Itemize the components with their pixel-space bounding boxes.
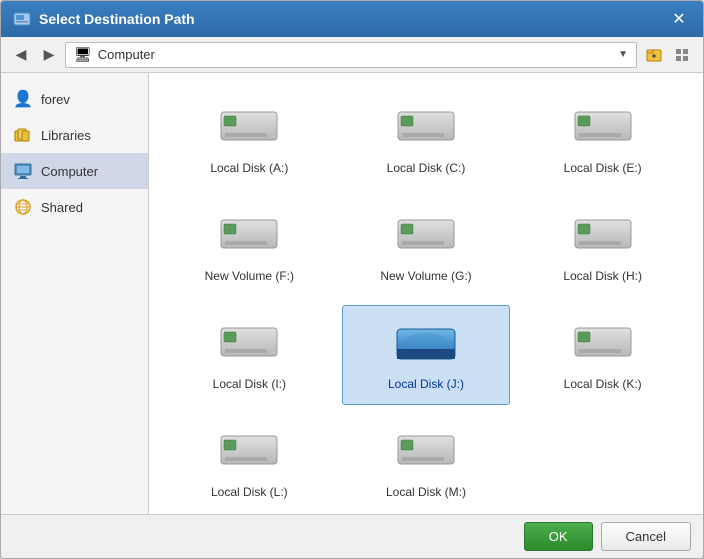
user-icon: 👤 [13,89,33,109]
dialog-icon [13,10,31,28]
new-folder-icon [646,47,662,63]
ok-button[interactable]: OK [524,522,593,551]
file-icon-wrapper-a [219,100,279,155]
dialog-title: Select Destination Path [39,11,195,27]
address-icon: 🖥 [74,46,92,63]
sidebar-item-computer[interactable]: Computer [1,153,148,189]
title-bar-left: Select Destination Path [13,10,195,28]
main-area: Local Disk (A:) Local Disk (C:) [149,73,703,514]
drive-item-l[interactable]: Local Disk (L:) [165,413,334,513]
view-button[interactable] [669,42,695,68]
drive-icon-h [574,214,632,257]
shared-icon [13,197,33,217]
toolbar: ◀ ▶ 🖥 Computer ▼ [1,37,703,73]
file-icon-wrapper-h [573,208,633,263]
drive-label-i: Local Disk (I:) [213,377,286,393]
drive-item-i[interactable]: Local Disk (I:) [165,305,334,405]
drive-item-j[interactable]: Local Disk (J:) [342,305,511,405]
footer: OK Cancel [1,514,703,558]
drive-label-c: Local Disk (C:) [387,161,466,177]
address-bar: 🖥 Computer ▼ [65,42,637,68]
file-icon-wrapper-i [219,316,279,371]
drive-label-k: Local Disk (K:) [564,377,642,393]
drive-label-f: New Volume (F:) [205,269,294,285]
sidebar: 👤 forev Libraries [1,73,149,514]
drive-item-a[interactable]: Local Disk (A:) [165,89,334,189]
file-icon-wrapper-j [396,316,456,371]
forward-button[interactable]: ▶ [37,43,61,67]
drive-label-a: Local Disk (A:) [210,161,288,177]
file-icon-wrapper-e [573,100,633,155]
drive-item-h[interactable]: Local Disk (H:) [518,197,687,297]
sidebar-label-libraries: Libraries [41,128,91,143]
drive-label-j: Local Disk (J:) [388,377,464,393]
title-bar: Select Destination Path ✕ [1,1,703,37]
file-icon-wrapper-m [396,424,456,479]
files-grid: Local Disk (A:) Local Disk (C:) [165,89,687,513]
cancel-button[interactable]: Cancel [601,522,691,551]
drive-item-f[interactable]: New Volume (F:) [165,197,334,297]
sidebar-label-computer: Computer [41,164,98,179]
computer-icon [13,161,33,181]
drive-icon-i [220,322,278,365]
drive-item-c[interactable]: Local Disk (C:) [342,89,511,189]
sidebar-label-shared: Shared [41,200,83,215]
sidebar-label-forev: forev [41,92,70,107]
toolbar-actions [641,42,695,68]
drive-icon-j [395,321,457,366]
dialog: Select Destination Path ✕ ◀ ▶ 🖥 Computer… [0,0,704,559]
drive-icon-m [397,430,455,473]
file-icon-wrapper-l [219,424,279,479]
drive-icon-c [397,106,455,149]
drive-icon-l [220,430,278,473]
drive-item-e[interactable]: Local Disk (E:) [518,89,687,189]
drive-icon-k [574,322,632,365]
new-folder-button[interactable] [641,42,667,68]
drive-label-m: Local Disk (M:) [386,485,466,501]
drive-label-e: Local Disk (E:) [564,161,642,177]
drive-icon-a [220,106,278,149]
sidebar-item-forev[interactable]: 👤 forev [1,81,148,117]
drive-label-h: Local Disk (H:) [563,269,642,285]
drive-item-k[interactable]: Local Disk (K:) [518,305,687,405]
content: 👤 forev Libraries [1,73,703,514]
drive-label-g: New Volume (G:) [380,269,471,285]
file-icon-wrapper-f [219,208,279,263]
libraries-icon [13,125,33,145]
close-button[interactable]: ✕ [667,7,691,31]
address-text: Computer [98,47,612,62]
drive-label-l: Local Disk (L:) [211,485,288,501]
drive-icon-e [574,106,632,149]
file-icon-wrapper-c [396,100,456,155]
file-icon-wrapper-k [573,316,633,371]
sidebar-item-shared[interactable]: Shared [1,189,148,225]
sidebar-item-libraries[interactable]: Libraries [1,117,148,153]
file-icon-wrapper-g [396,208,456,263]
view-icon [674,47,690,63]
drive-icon-f [220,214,278,257]
drive-item-m[interactable]: Local Disk (M:) [342,413,511,513]
drive-item-g[interactable]: New Volume (G:) [342,197,511,297]
back-button[interactable]: ◀ [9,43,33,67]
drive-icon-g [397,214,455,257]
address-dropdown-button[interactable]: ▼ [618,49,628,60]
